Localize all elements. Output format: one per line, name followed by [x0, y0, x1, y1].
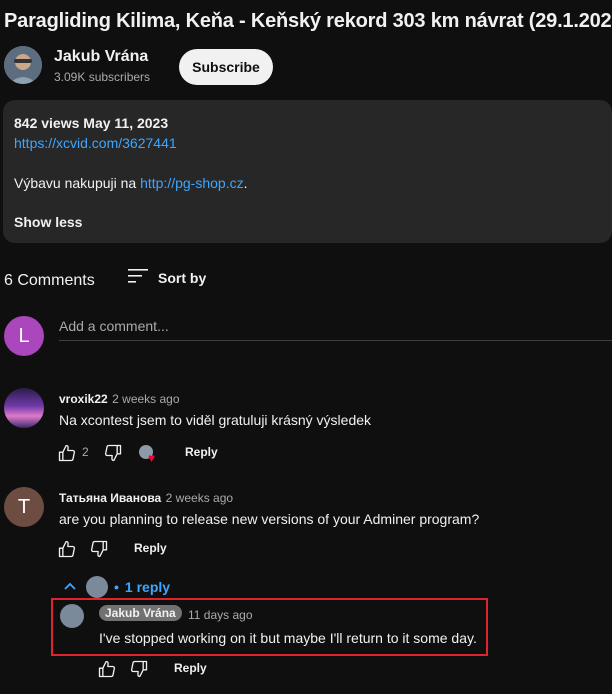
description-line: Výbavu nakupuji na http://pg-shop.cz. — [14, 175, 248, 191]
show-less-button[interactable]: Show less — [14, 214, 82, 230]
comment-time[interactable]: 2 weeks ago — [166, 491, 233, 505]
dislike-icon[interactable] — [89, 539, 109, 559]
dislike-icon[interactable] — [129, 659, 149, 679]
description-suffix: . — [243, 175, 248, 191]
bullet-separator: • — [114, 579, 119, 595]
comments-count: 6 Comments — [4, 272, 95, 289]
comment-header: vroxik22 2 weeks ago — [59, 390, 180, 408]
dislike-icon[interactable] — [103, 443, 123, 463]
commenter-avatar[interactable]: T — [4, 487, 44, 527]
add-comment-input[interactable]: Add a comment... — [59, 318, 169, 334]
description-link-shop[interactable]: http://pg-shop.cz — [140, 175, 244, 191]
heart-icon: ♥ — [148, 451, 156, 465]
reply-button[interactable]: Reply — [134, 541, 167, 555]
sort-icon[interactable] — [128, 268, 148, 284]
add-comment-underline — [59, 340, 612, 341]
replies-toggle[interactable]: • 1 reply — [62, 576, 170, 598]
like-icon[interactable] — [97, 659, 117, 679]
like-icon[interactable] — [57, 443, 77, 463]
comment-header: Татьяна Иванова 2 weeks ago — [59, 489, 233, 507]
reply-text: I've stopped working on it but maybe I'l… — [99, 630, 477, 646]
replies-count: 1 reply — [124, 579, 171, 595]
like-icon[interactable] — [57, 539, 77, 559]
reply-button[interactable]: Reply — [174, 661, 207, 675]
comment-text: Na xcontest jsem to viděl gratuluji krás… — [59, 412, 372, 428]
commenter-avatar[interactable] — [4, 388, 44, 428]
description-text: Výbavu nakupuji na — [14, 175, 141, 191]
channel-owner-badge[interactable]: Jakub Vrána — [99, 605, 182, 621]
description-link-xcvid[interactable]: https://xcvid.com/3627441 — [14, 135, 177, 151]
reply-time[interactable]: 11 days ago — [188, 608, 253, 622]
reply-button[interactable]: Reply — [185, 445, 218, 459]
user-avatar: L — [4, 316, 44, 356]
sort-by-button[interactable]: Sort by — [158, 270, 206, 286]
comment-time[interactable]: 2 weeks ago — [112, 392, 179, 406]
channel-name[interactable]: Jakub Vrána — [54, 48, 148, 66]
subscribe-button[interactable]: Subscribe — [179, 49, 273, 85]
reply-author-avatar — [86, 576, 108, 598]
video-title: Paragliding Kilima, Keňa - Keňský rekord… — [4, 10, 612, 32]
chevron-up-icon — [64, 582, 76, 590]
comment-text: are you planning to release new versions… — [59, 511, 480, 527]
channel-avatar[interactable] — [4, 46, 42, 84]
views-and-date: 842 views May 11, 2023 — [14, 115, 169, 131]
comment-author[interactable]: Татьяна Иванова — [59, 491, 161, 505]
reply-avatar[interactable] — [60, 604, 84, 628]
comment-author[interactable]: vroxik22 — [59, 392, 108, 406]
subscriber-count: 3.09K subscribers — [54, 70, 151, 84]
like-count: 2 — [82, 445, 89, 459]
